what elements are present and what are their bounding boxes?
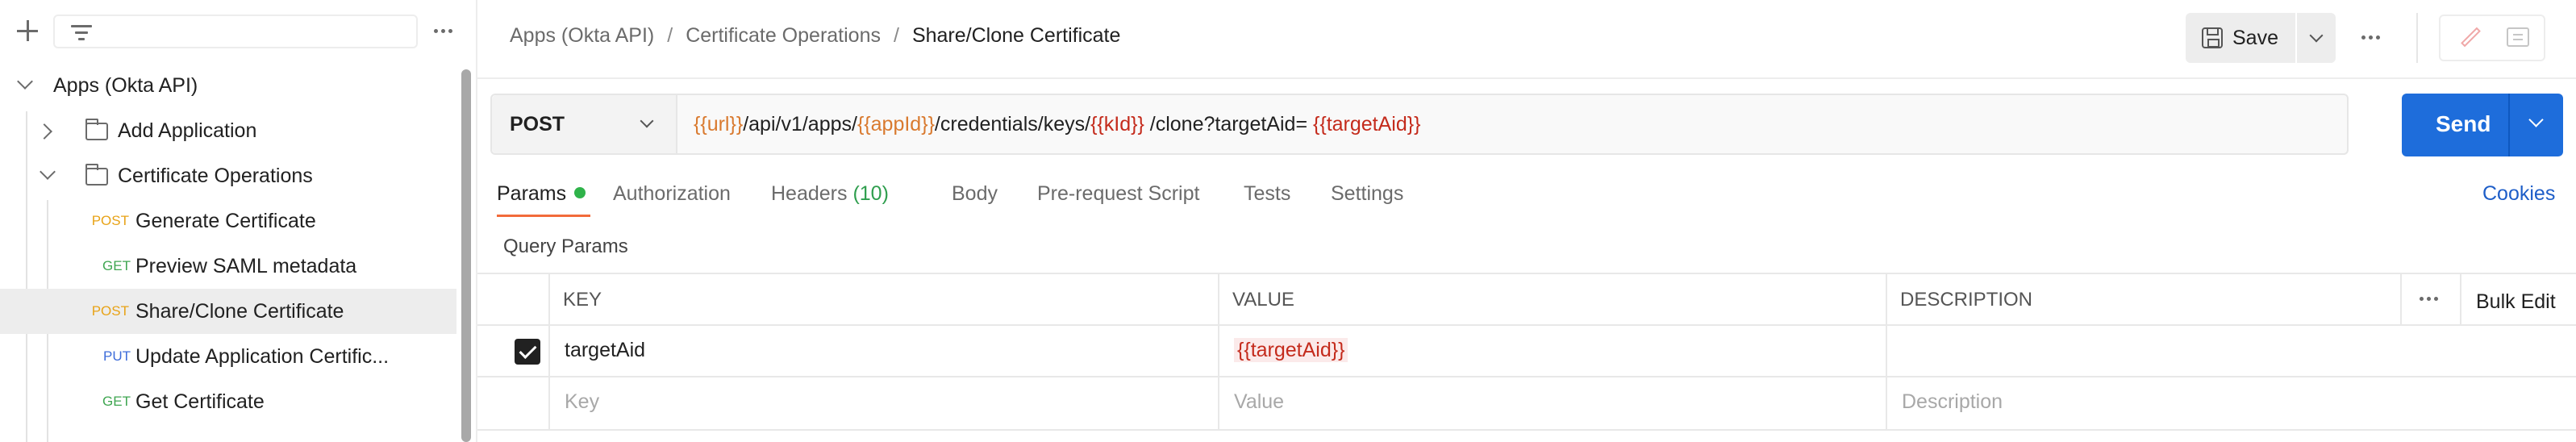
divider <box>548 273 550 429</box>
tab-tests[interactable]: Tests <box>1244 182 1290 206</box>
breadcrumb-separator: / <box>893 24 899 47</box>
url-text-part: /clone?targetAid= <box>1149 113 1308 136</box>
chevron-down-icon <box>640 114 654 128</box>
method-select[interactable]: POST <box>492 95 677 153</box>
save-button[interactable]: Save <box>2186 13 2295 63</box>
url-input[interactable]: {{url}}/api/v1/apps/{{appId}}/credential… <box>694 113 1420 136</box>
column-header-value: VALUE <box>1232 289 1294 311</box>
tab-label: Params <box>497 182 567 205</box>
query-params-title: Query Params <box>503 236 628 257</box>
tab-settings[interactable]: Settings <box>1331 182 1403 206</box>
param-value-cell[interactable]: {{targetAid}} <box>1234 338 1348 362</box>
tree-request-update-application-certificate[interactable]: PUT Update Application Certific... <box>0 334 456 379</box>
tree-request-generate-certificate[interactable]: POST Generate Certificate <box>0 198 456 244</box>
chevron-down-icon[interactable] <box>17 73 33 90</box>
send-label: Send <box>2436 111 2491 136</box>
variable-chip: {{targetAid}} <box>1234 338 1348 362</box>
more-icon[interactable] <box>2361 35 2380 40</box>
table-row-empty: Key Value Description <box>477 376 2576 431</box>
folder-icon <box>85 119 108 140</box>
query-params-table: KEY VALUE DESCRIPTION Bulk Edit targetAi… <box>477 273 2576 434</box>
pencil-icon[interactable] <box>2460 27 2481 48</box>
divider <box>1218 273 1219 429</box>
breadcrumb-item[interactable]: Apps (Okta API) <box>510 24 654 48</box>
more-icon[interactable] <box>434 29 452 33</box>
divider <box>2508 94 2510 156</box>
send-button[interactable]: Send <box>2402 94 2563 156</box>
table-row: targetAid {{targetAid}} <box>477 324 2576 377</box>
request-editor: Apps (Okta API) / Certificate Operations… <box>477 0 2576 442</box>
sidebar-scrollbar[interactable] <box>461 69 471 442</box>
filter-input[interactable] <box>53 15 418 48</box>
breadcrumb: Apps (Okta API) / Certificate Operations… <box>510 24 1120 48</box>
tree-request-share-clone-certificate[interactable]: POST Share/Clone Certificate <box>0 289 456 334</box>
column-header-description: DESCRIPTION <box>1900 289 2033 311</box>
comment-icon[interactable] <box>2507 27 2529 47</box>
cookies-link[interactable]: Cookies <box>2482 182 2555 206</box>
tab-label: Headers <box>771 182 848 205</box>
divider <box>1886 273 1887 429</box>
divider <box>2460 273 2461 324</box>
plus-icon[interactable] <box>15 18 40 44</box>
column-header-key: KEY <box>563 289 602 311</box>
url-bar: POST {{url}}/api/v1/apps/{{appId}}/crede… <box>490 94 2349 155</box>
divider <box>2416 13 2418 63</box>
param-key-cell[interactable]: targetAid <box>565 339 645 362</box>
folder-icon <box>85 164 108 186</box>
divider <box>477 77 2576 79</box>
tab-label: Tests <box>1244 182 1291 205</box>
url-var: {{appId}} <box>857 113 935 136</box>
url-var: {{targetAid}} <box>1313 113 1421 136</box>
tab-label: Authorization <box>613 182 731 205</box>
url-text-part: /api/v1/apps/ <box>743 113 857 136</box>
sidebar: Apps (Okta API) Add Application Certific… <box>0 0 477 442</box>
method-badge: POST <box>91 303 129 319</box>
status-dot <box>574 187 586 199</box>
chevron-down-icon <box>2309 28 2324 43</box>
url-var: {{url}} <box>694 113 744 136</box>
tab-body[interactable]: Body <box>952 182 998 206</box>
save-label: Save <box>2232 26 2278 49</box>
tab-params[interactable]: Params <box>497 182 586 206</box>
tab-pre-request-script[interactable]: Pre-request Script <box>1037 182 1199 206</box>
value-placeholder[interactable]: Value <box>1234 390 1284 414</box>
method-badge: PUT <box>103 348 131 364</box>
tab-authorization[interactable]: Authorization <box>613 182 731 206</box>
save-icon <box>2202 27 2223 48</box>
tab-headers[interactable]: Headers (10) <box>771 182 889 206</box>
row-checkbox[interactable] <box>515 339 540 365</box>
url-var: {{kId}} <box>1090 113 1144 136</box>
tree-folder-certificate-operations[interactable]: Certificate Operations <box>0 153 456 198</box>
key-placeholder[interactable]: Key <box>565 390 599 414</box>
active-tab-indicator <box>497 215 590 217</box>
save-options-button[interactable] <box>2297 13 2336 63</box>
tab-count: (10) <box>852 182 889 205</box>
tab-label: Body <box>952 182 998 205</box>
table-header-row: KEY VALUE DESCRIPTION Bulk Edit <box>477 273 2576 326</box>
breadcrumb-separator: / <box>667 24 673 47</box>
chevron-down-icon[interactable] <box>40 164 56 180</box>
chevron-down-icon[interactable] <box>2528 112 2544 127</box>
method-badge: GET <box>102 394 131 409</box>
chevron-right-icon[interactable] <box>36 123 52 140</box>
method-badge: GET <box>102 258 131 273</box>
more-icon[interactable] <box>2420 297 2438 301</box>
description-placeholder[interactable]: Description <box>1902 390 2003 414</box>
tab-label: Pre-request Script <box>1037 182 1200 205</box>
filter-icon <box>71 24 92 40</box>
tree-collection-apps[interactable]: Apps (Okta API) <box>0 63 456 108</box>
breadcrumb-current[interactable]: Share/Clone Certificate <box>912 24 1120 48</box>
method-badge: POST <box>91 213 129 228</box>
tree-request-get-certificate[interactable]: GET Get Certificate <box>0 379 456 424</box>
bulk-edit-button[interactable]: Bulk Edit <box>2476 290 2556 314</box>
method-value: POST <box>510 113 565 136</box>
edit-comment-toggle <box>2439 15 2545 61</box>
tree-folder-add-application[interactable]: Add Application <box>0 108 456 153</box>
url-text-part: /credentials/keys/ <box>934 113 1091 136</box>
tab-label: Settings <box>1331 182 1404 205</box>
sidebar-toolbar <box>0 0 476 61</box>
divider <box>2400 273 2402 324</box>
breadcrumb-item[interactable]: Certificate Operations <box>686 24 881 48</box>
tree-request-preview-saml-metadata[interactable]: GET Preview SAML metadata <box>0 244 456 289</box>
